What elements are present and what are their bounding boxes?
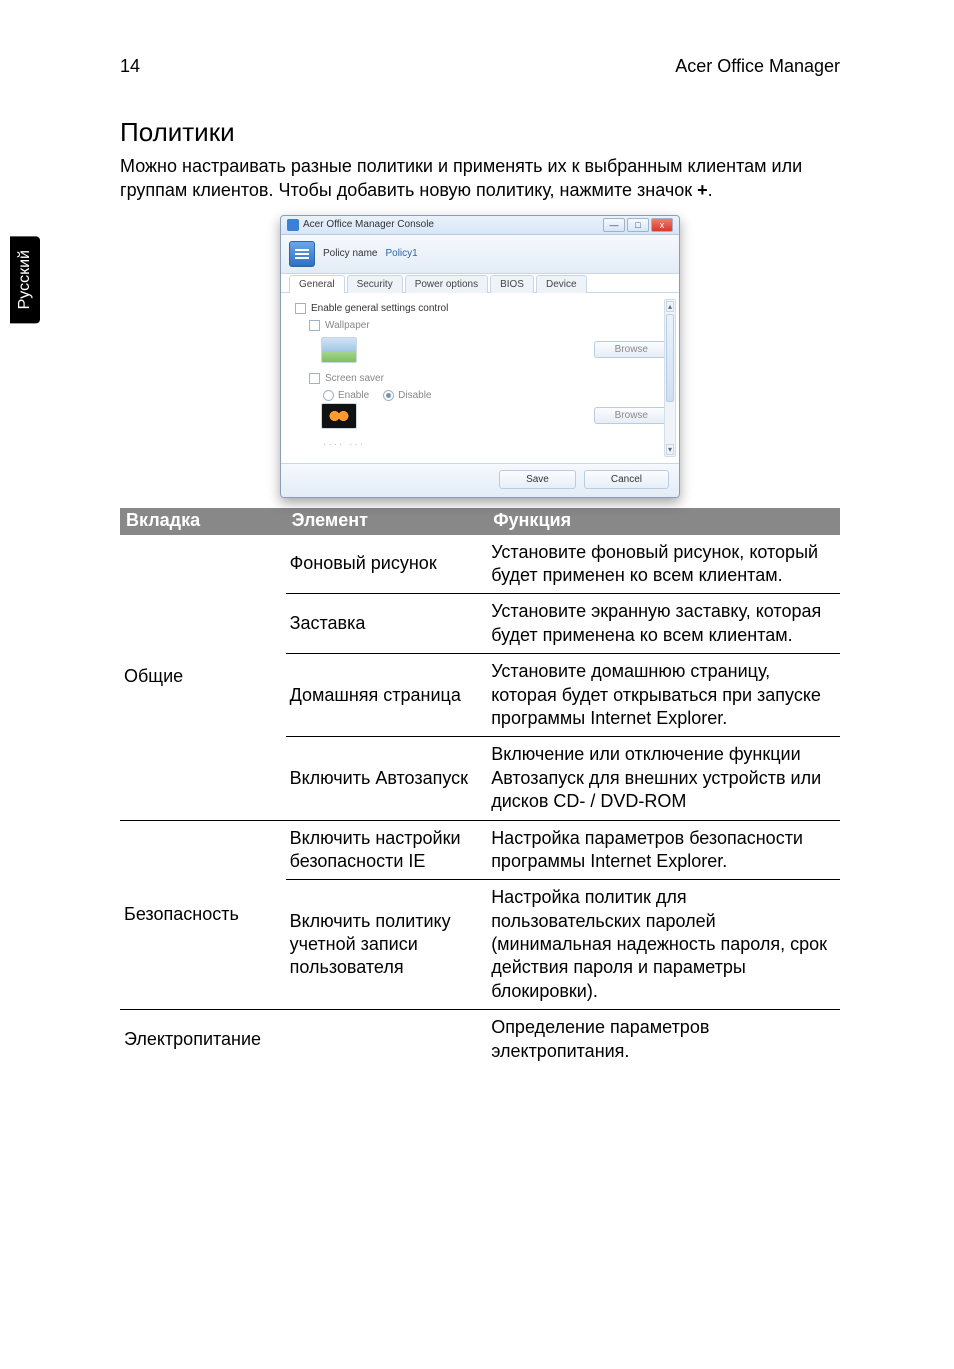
tab-device[interactable]: Device: [536, 275, 587, 293]
cell-element: Фоновый рисунок: [286, 535, 488, 594]
page-header: 14 Acer Office Manager: [120, 56, 840, 77]
cell-function: Установите экранную заставку, которая бу…: [487, 594, 840, 654]
tab-panel-general: ▴ ▾ Enable general settings control Wall…: [281, 293, 679, 463]
wallpaper-label: Wallpaper: [325, 320, 370, 331]
scroll-up-icon[interactable]: ▴: [666, 301, 674, 312]
cell-function: Настройка параметров безопасности програ…: [487, 820, 840, 880]
cancel-button[interactable]: Cancel: [584, 470, 669, 489]
screensaver-enable-radio[interactable]: [323, 390, 334, 401]
cell-function: Определение параметров электропитания.: [487, 1010, 840, 1069]
section-heading: Политики: [120, 117, 840, 148]
enable-radio-label: Enable: [338, 390, 369, 401]
policy-table: Вкладка Элемент Функция Общие Фоновый ри…: [120, 508, 840, 1069]
screensaver-checkbox[interactable]: [309, 373, 320, 384]
tab-bar: General Security Power options BIOS Devi…: [281, 274, 679, 293]
screensaver-browse-button[interactable]: Browse: [594, 407, 669, 424]
intro-paragraph: Можно настраивать разные политики и прим…: [120, 154, 840, 203]
cell-tab: Безопасность: [120, 820, 286, 1010]
table-row: Электропитание Определение параметров эл…: [120, 1010, 840, 1069]
language-tab: Русский: [10, 236, 40, 323]
wallpaper-checkbox[interactable]: [309, 320, 320, 331]
policy-strip: Policy name Policy1: [281, 235, 679, 274]
truncated-indicator: ···· ···: [323, 439, 669, 450]
screensaver-label: Screen saver: [325, 373, 384, 384]
cell-function: Установите домашнюю страницу, которая бу…: [487, 654, 840, 737]
enable-general-label: Enable general settings control: [311, 303, 448, 314]
app-icon: [287, 219, 299, 231]
screensaver-thumbnail: [321, 403, 357, 429]
policy-window: Acer Office Manager Console — □ x Policy…: [280, 215, 680, 498]
cell-element: Включить настройки безопасности IE: [286, 820, 488, 880]
tab-general[interactable]: General: [289, 275, 345, 293]
cell-function: Настройка политик для пользовательских п…: [487, 880, 840, 1010]
scroll-down-icon[interactable]: ▾: [666, 444, 674, 455]
cell-element: Домашняя страница: [286, 654, 488, 737]
window-titlebar: Acer Office Manager Console — □ x: [281, 216, 679, 235]
cell-function: Установите фоновый рисунок, который буде…: [487, 535, 840, 594]
dialog-footer: Save Cancel: [281, 463, 679, 497]
intro-text-end: .: [708, 180, 713, 200]
cell-element: Включить политику учетной записи пользов…: [286, 880, 488, 1010]
tab-power-options[interactable]: Power options: [405, 275, 488, 293]
document-title: Acer Office Manager: [675, 56, 840, 77]
col-header-tab: Вкладка: [120, 508, 286, 535]
cell-element: Включить Автозапуск: [286, 737, 488, 820]
disable-radio-label: Disable: [398, 390, 431, 401]
table-row: Общие Фоновый рисунок Установите фоновый…: [120, 535, 840, 594]
screensaver-disable-radio[interactable]: [383, 390, 394, 401]
cell-function: Включение или отключение функции Автозап…: [487, 737, 840, 820]
tab-bios[interactable]: BIOS: [490, 275, 534, 293]
window-close-button[interactable]: x: [651, 218, 673, 232]
save-button[interactable]: Save: [499, 470, 576, 489]
plus-symbol: +: [697, 180, 708, 200]
cell-element: [286, 1010, 488, 1069]
scroll-thumb[interactable]: [666, 314, 674, 402]
page-number: 14: [120, 56, 140, 77]
policy-name-label: Policy name: [323, 248, 377, 259]
cell-tab: Электропитание: [120, 1010, 286, 1069]
window-title-text: Acer Office Manager Console: [303, 219, 434, 230]
wallpaper-browse-button[interactable]: Browse: [594, 341, 669, 358]
col-header-element: Элемент: [286, 508, 488, 535]
wallpaper-thumbnail: [321, 337, 357, 363]
window-maximize-button[interactable]: □: [627, 218, 649, 232]
tab-security[interactable]: Security: [347, 275, 403, 293]
col-header-function: Функция: [487, 508, 840, 535]
policy-name-value[interactable]: Policy1: [385, 248, 417, 259]
table-row: Безопасность Включить настройки безопасн…: [120, 820, 840, 880]
enable-general-checkbox[interactable]: [295, 303, 306, 314]
cell-element: Заставка: [286, 594, 488, 654]
policy-icon: [289, 241, 315, 267]
window-minimize-button[interactable]: —: [603, 218, 625, 232]
cell-tab: Общие: [120, 535, 286, 820]
scrollbar[interactable]: ▴ ▾: [664, 299, 676, 457]
